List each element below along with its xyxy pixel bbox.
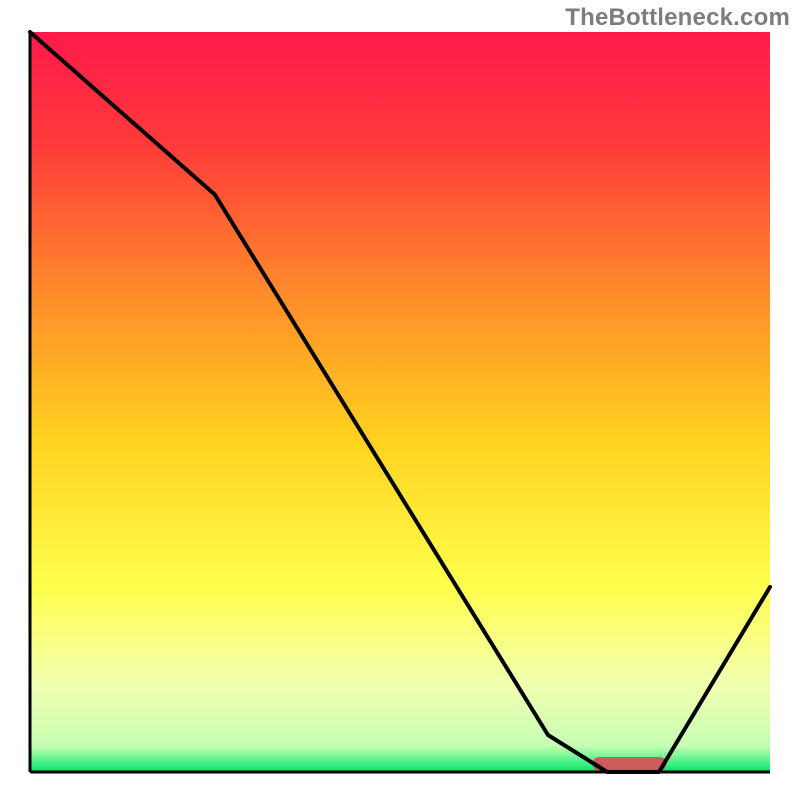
chart-container: TheBottleneck.com [0, 0, 800, 800]
gradient-background [30, 32, 770, 772]
bottleneck-chart [0, 0, 800, 800]
